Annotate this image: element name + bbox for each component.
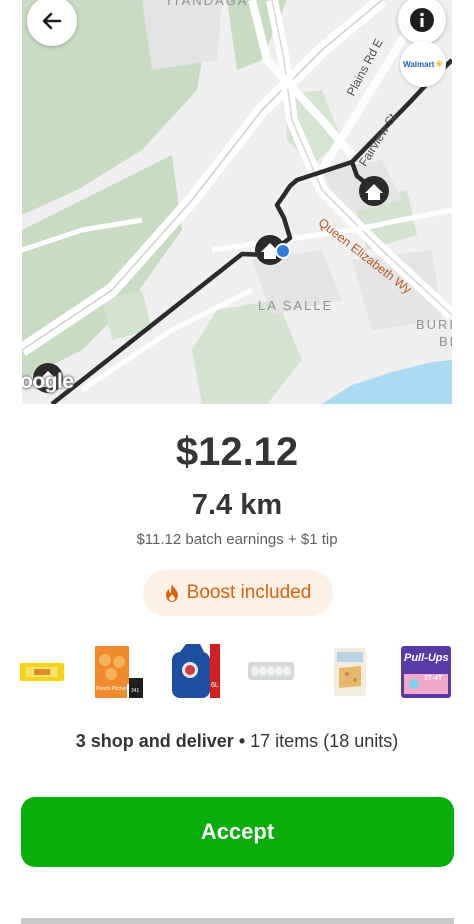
flame-icon (165, 584, 178, 602)
summary-type: 3 shop and deliver (75, 731, 234, 751)
product-thumb-5[interactable] (333, 642, 367, 702)
product-thumb-3[interactable]: 6L (170, 642, 222, 702)
home-icon (359, 176, 389, 206)
google-watermark: oogle (22, 370, 74, 393)
map-canvas (22, 0, 452, 404)
location-dot-icon (275, 243, 291, 259)
product-thumb-2[interactable]: Peach Pitcher 12p 341 (93, 642, 145, 702)
store-logo-text: Walmart (403, 59, 435, 69)
map-label-burlington-2: BI (439, 334, 452, 349)
store-logo: Walmart ✳ (400, 41, 446, 87)
order-summary: 3 shop and deliver • 17 items (18 units) (0, 731, 474, 752)
earnings-breakdown: $11.12 batch earnings + $1 tip (136, 531, 338, 548)
product-thumb-4[interactable] (247, 642, 295, 702)
bottom-sheet-edge (21, 918, 454, 924)
detergent-size: 6L (211, 682, 219, 689)
offer-price: $12.12 (175, 430, 299, 474)
map-label-la-salle: LA SALLE (258, 298, 334, 313)
size-label: 12p (130, 679, 139, 685)
map-label-burlington: BURL (416, 317, 452, 332)
peach-label: Peach Pitcher (96, 686, 128, 692)
boost-label: Boost included (186, 582, 312, 603)
product-thumb-6[interactable]: Pull-Ups 3T-4T (400, 642, 452, 702)
walmart-spark-icon: ✳ (435, 58, 443, 69)
pullups-brand: Pull-Ups (404, 652, 449, 664)
count-label: 341 (131, 688, 140, 694)
route-map[interactable]: ITANDAGA LA SALLE BURL BI Plains Rd E Fa… (22, 0, 452, 404)
accept-button[interactable]: Accept (21, 797, 454, 867)
boost-badge: Boost included (143, 570, 333, 616)
summary-items: 17 items (18 units) (250, 731, 399, 751)
offer-distance: 7.4 km (191, 489, 283, 521)
arrow-left-icon (42, 12, 62, 30)
info-icon (410, 8, 434, 32)
map-label-town: ITANDAGA (167, 0, 249, 8)
product-thumb-1[interactable] (20, 642, 64, 702)
pullups-size: 3T-4T (424, 675, 443, 682)
product-thumbnails: Peach Pitcher 12p 341 6L Pull-Ups 3T-4T (0, 642, 474, 702)
summary-separator: • (238, 731, 246, 751)
